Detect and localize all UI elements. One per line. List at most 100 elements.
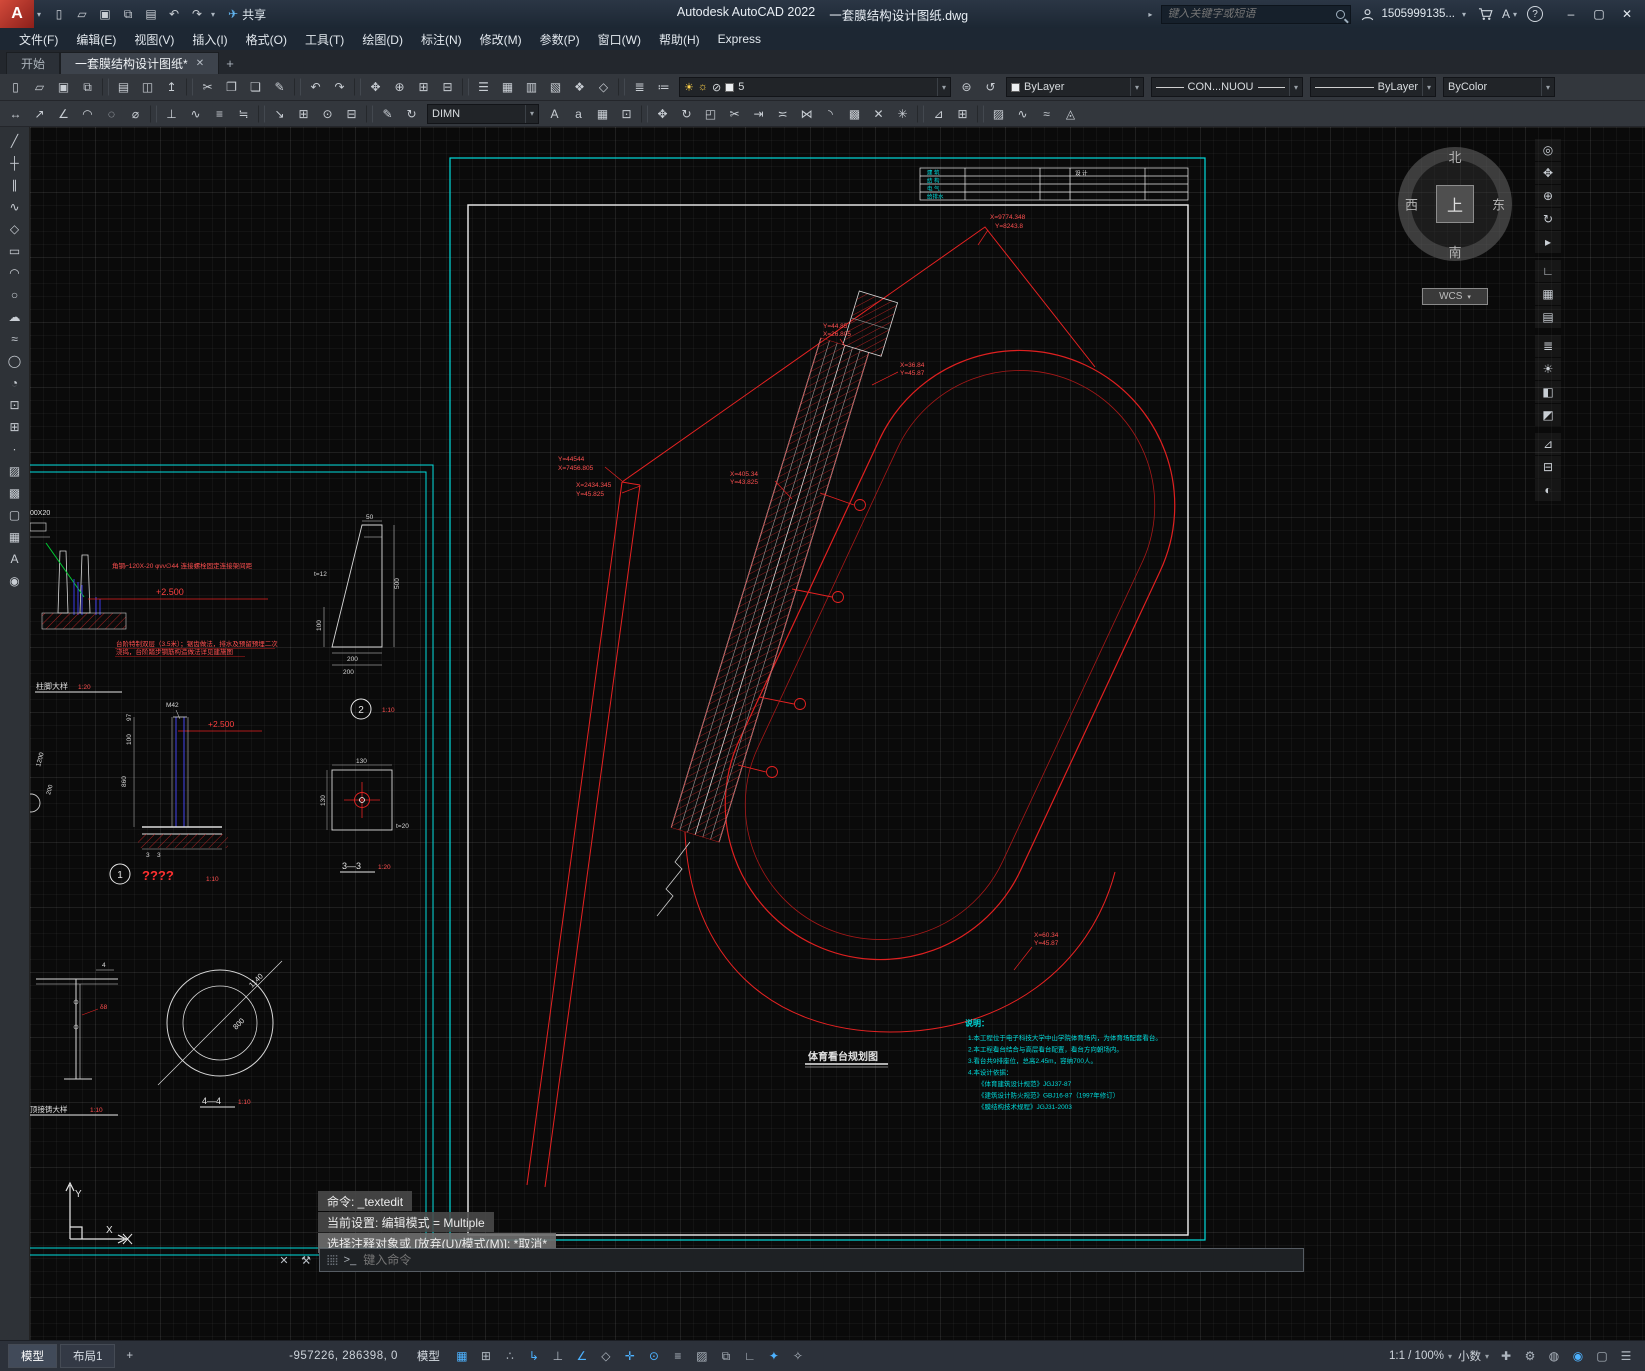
nav-layer-walk-icon[interactable]: ≣: [1535, 335, 1561, 357]
toolpalettes-icon[interactable]: ▥: [520, 76, 543, 98]
mline-tool-icon[interactable]: ∥: [3, 174, 27, 195]
nav-showmotion-icon[interactable]: ▸: [1535, 231, 1561, 253]
layer-previous-icon[interactable]: ↺: [979, 76, 1002, 98]
rotate-icon[interactable]: ↻: [675, 103, 698, 125]
cut-icon[interactable]: ✂: [196, 76, 219, 98]
hatch-tool-icon[interactable]: ▨: [3, 460, 27, 481]
linetype-combo[interactable]: CON...NUOU ▾: [1151, 77, 1303, 97]
qat-undo-icon[interactable]: ↶: [163, 3, 185, 25]
sheetset-icon[interactable]: ▧: [544, 76, 567, 98]
redo-icon[interactable]: ↷: [328, 76, 351, 98]
app-menu-caret-icon[interactable]: ▾: [34, 10, 44, 19]
new-layout-button[interactable]: +: [118, 1347, 141, 1365]
dim-arc-icon[interactable]: ◠: [76, 103, 99, 125]
layer-properties-icon[interactable]: ≣: [628, 76, 651, 98]
autodesk-apps-icon[interactable]: A ▾: [1501, 4, 1521, 24]
spline-edit-icon[interactable]: ≈: [1035, 103, 1058, 125]
table-icon[interactable]: ▦: [591, 103, 614, 125]
dim-edit-icon[interactable]: ✎: [376, 103, 399, 125]
workspace-gear-icon[interactable]: ⚙: [1519, 1345, 1541, 1367]
xline-tool-icon[interactable]: ┼: [3, 152, 27, 173]
transparency-toggle[interactable]: ▨: [691, 1345, 713, 1367]
nav-named-views-icon[interactable]: ▤: [1535, 306, 1561, 328]
markup-icon[interactable]: ❖: [568, 76, 591, 98]
infer-constraints-toggle[interactable]: ∴: [499, 1345, 521, 1367]
clean-screen-icon[interactable]: ▢: [1591, 1345, 1613, 1367]
viewcube[interactable]: 北 南 西 东 上: [1398, 147, 1512, 261]
point-style-tool-icon[interactable]: ◉: [3, 570, 27, 591]
space-toggle[interactable]: 模型: [417, 1348, 440, 1364]
command-input[interactable]: [363, 1253, 1297, 1267]
app-logo-icon[interactable]: A: [0, 0, 34, 28]
nav-layer-off-icon[interactable]: ☀: [1535, 358, 1561, 380]
nav-zoom-icon[interactable]: ⊕: [1535, 185, 1561, 207]
tab-drawing[interactable]: 一套膜结构设计图纸* ✕: [60, 52, 220, 74]
ellipse-arc-tool-icon[interactable]: ◔: [3, 372, 27, 393]
rectangle-tool-icon[interactable]: ▭: [3, 240, 27, 261]
viewcube-south[interactable]: 南: [1448, 242, 1461, 261]
attribute-edit-icon[interactable]: ◬: [1059, 103, 1082, 125]
new-tab-button[interactable]: +: [219, 52, 241, 74]
save-icon[interactable]: ▣: [52, 76, 75, 98]
line-tool-icon[interactable]: ╱: [3, 130, 27, 151]
measure-icon[interactable]: ⊿: [927, 103, 950, 125]
array-icon[interactable]: ▩: [843, 103, 866, 125]
extend-icon[interactable]: ⇥: [747, 103, 770, 125]
help-search[interactable]: [1161, 4, 1352, 24]
annotation-scale-combo[interactable]: 1:1 / 100% ▾: [1389, 1350, 1452, 1362]
dim-aligned-icon[interactable]: ↗: [28, 103, 51, 125]
units-combo[interactable]: 小数 ▾: [1458, 1348, 1489, 1364]
polyline-tool-icon[interactable]: ∿: [3, 196, 27, 217]
snap-toggle[interactable]: ⊞: [475, 1345, 497, 1367]
polar-toggle[interactable]: ∠: [571, 1345, 593, 1367]
dim-angular-icon[interactable]: ∠: [52, 103, 75, 125]
help-icon[interactable]: ?: [1527, 6, 1543, 22]
field-icon[interactable]: ⊡: [615, 103, 638, 125]
dim-break-icon[interactable]: ⊟: [340, 103, 363, 125]
drawing-canvas[interactable]: .rtx{fill:#ff5050;font-size:6.5px} .wtx{…: [30, 127, 1645, 1340]
menu-edit[interactable]: 编辑(E): [67, 28, 125, 50]
table-tool-icon[interactable]: ▦: [3, 526, 27, 547]
lineweight-toggle[interactable]: ≡: [667, 1345, 689, 1367]
undo-icon[interactable]: ↶: [304, 76, 327, 98]
osnap-toggle[interactable]: ⊙: [643, 1345, 665, 1367]
insert-block-tool-icon[interactable]: ⊡: [3, 394, 27, 415]
qat-saveas-icon[interactable]: ⧉: [117, 3, 139, 25]
trim-icon[interactable]: ✂: [723, 103, 746, 125]
plot-icon[interactable]: ▤: [112, 76, 135, 98]
layer-combo[interactable]: ☀ ☼ ⊘ 5 ▾: [679, 77, 951, 97]
otrack-toggle[interactable]: ✛: [619, 1345, 641, 1367]
qat-save-icon[interactable]: ▣: [94, 3, 116, 25]
layer-states-icon[interactable]: ≔: [652, 76, 675, 98]
viewcube-west[interactable]: 西: [1405, 195, 1418, 214]
qat-new-icon[interactable]: ▯: [48, 3, 70, 25]
isolate-objects-icon[interactable]: ◍: [1543, 1345, 1565, 1367]
text-tool-icon[interactable]: A: [3, 548, 27, 569]
nav-layer-isolate-icon[interactable]: ◧: [1535, 381, 1561, 403]
viewcube-north[interactable]: 北: [1448, 147, 1461, 166]
move-icon[interactable]: ✥: [651, 103, 674, 125]
ortho-toggle[interactable]: ⊥: [547, 1345, 569, 1367]
qat-dropdown-caret-icon[interactable]: ▾: [208, 10, 218, 19]
nav-section-icon[interactable]: ⊟: [1535, 456, 1561, 478]
dim-baseline-icon[interactable]: ≡: [208, 103, 231, 125]
copy-icon[interactable]: ❐: [220, 76, 243, 98]
explode-icon[interactable]: ✳: [891, 103, 914, 125]
dim-diameter-icon[interactable]: ⌀: [124, 103, 147, 125]
spline-tool-icon[interactable]: ≈: [3, 328, 27, 349]
color-combo[interactable]: ByLayer ▾: [1006, 77, 1144, 97]
polygon-tool-icon[interactable]: ◇: [3, 218, 27, 239]
zoom-window-icon[interactable]: ⊞: [412, 76, 435, 98]
fillet-icon[interactable]: ◝: [819, 103, 842, 125]
dim-radius-icon[interactable]: ◌: [100, 103, 123, 125]
minimize-button[interactable]: –: [1557, 1, 1585, 27]
gradient-tool-icon[interactable]: ▩: [3, 482, 27, 503]
maximize-button[interactable]: ▢: [1585, 1, 1613, 27]
circle-tool-icon[interactable]: ○: [3, 284, 27, 305]
annotation-scale-icon[interactable]: ✚: [1495, 1345, 1517, 1367]
properties-icon[interactable]: ☰: [472, 76, 495, 98]
tab-start[interactable]: 开始: [6, 52, 61, 74]
zoom-previous-icon[interactable]: ⊟: [436, 76, 459, 98]
publish-icon[interactable]: ↥: [160, 76, 183, 98]
menu-modify[interactable]: 修改(M): [471, 28, 531, 50]
